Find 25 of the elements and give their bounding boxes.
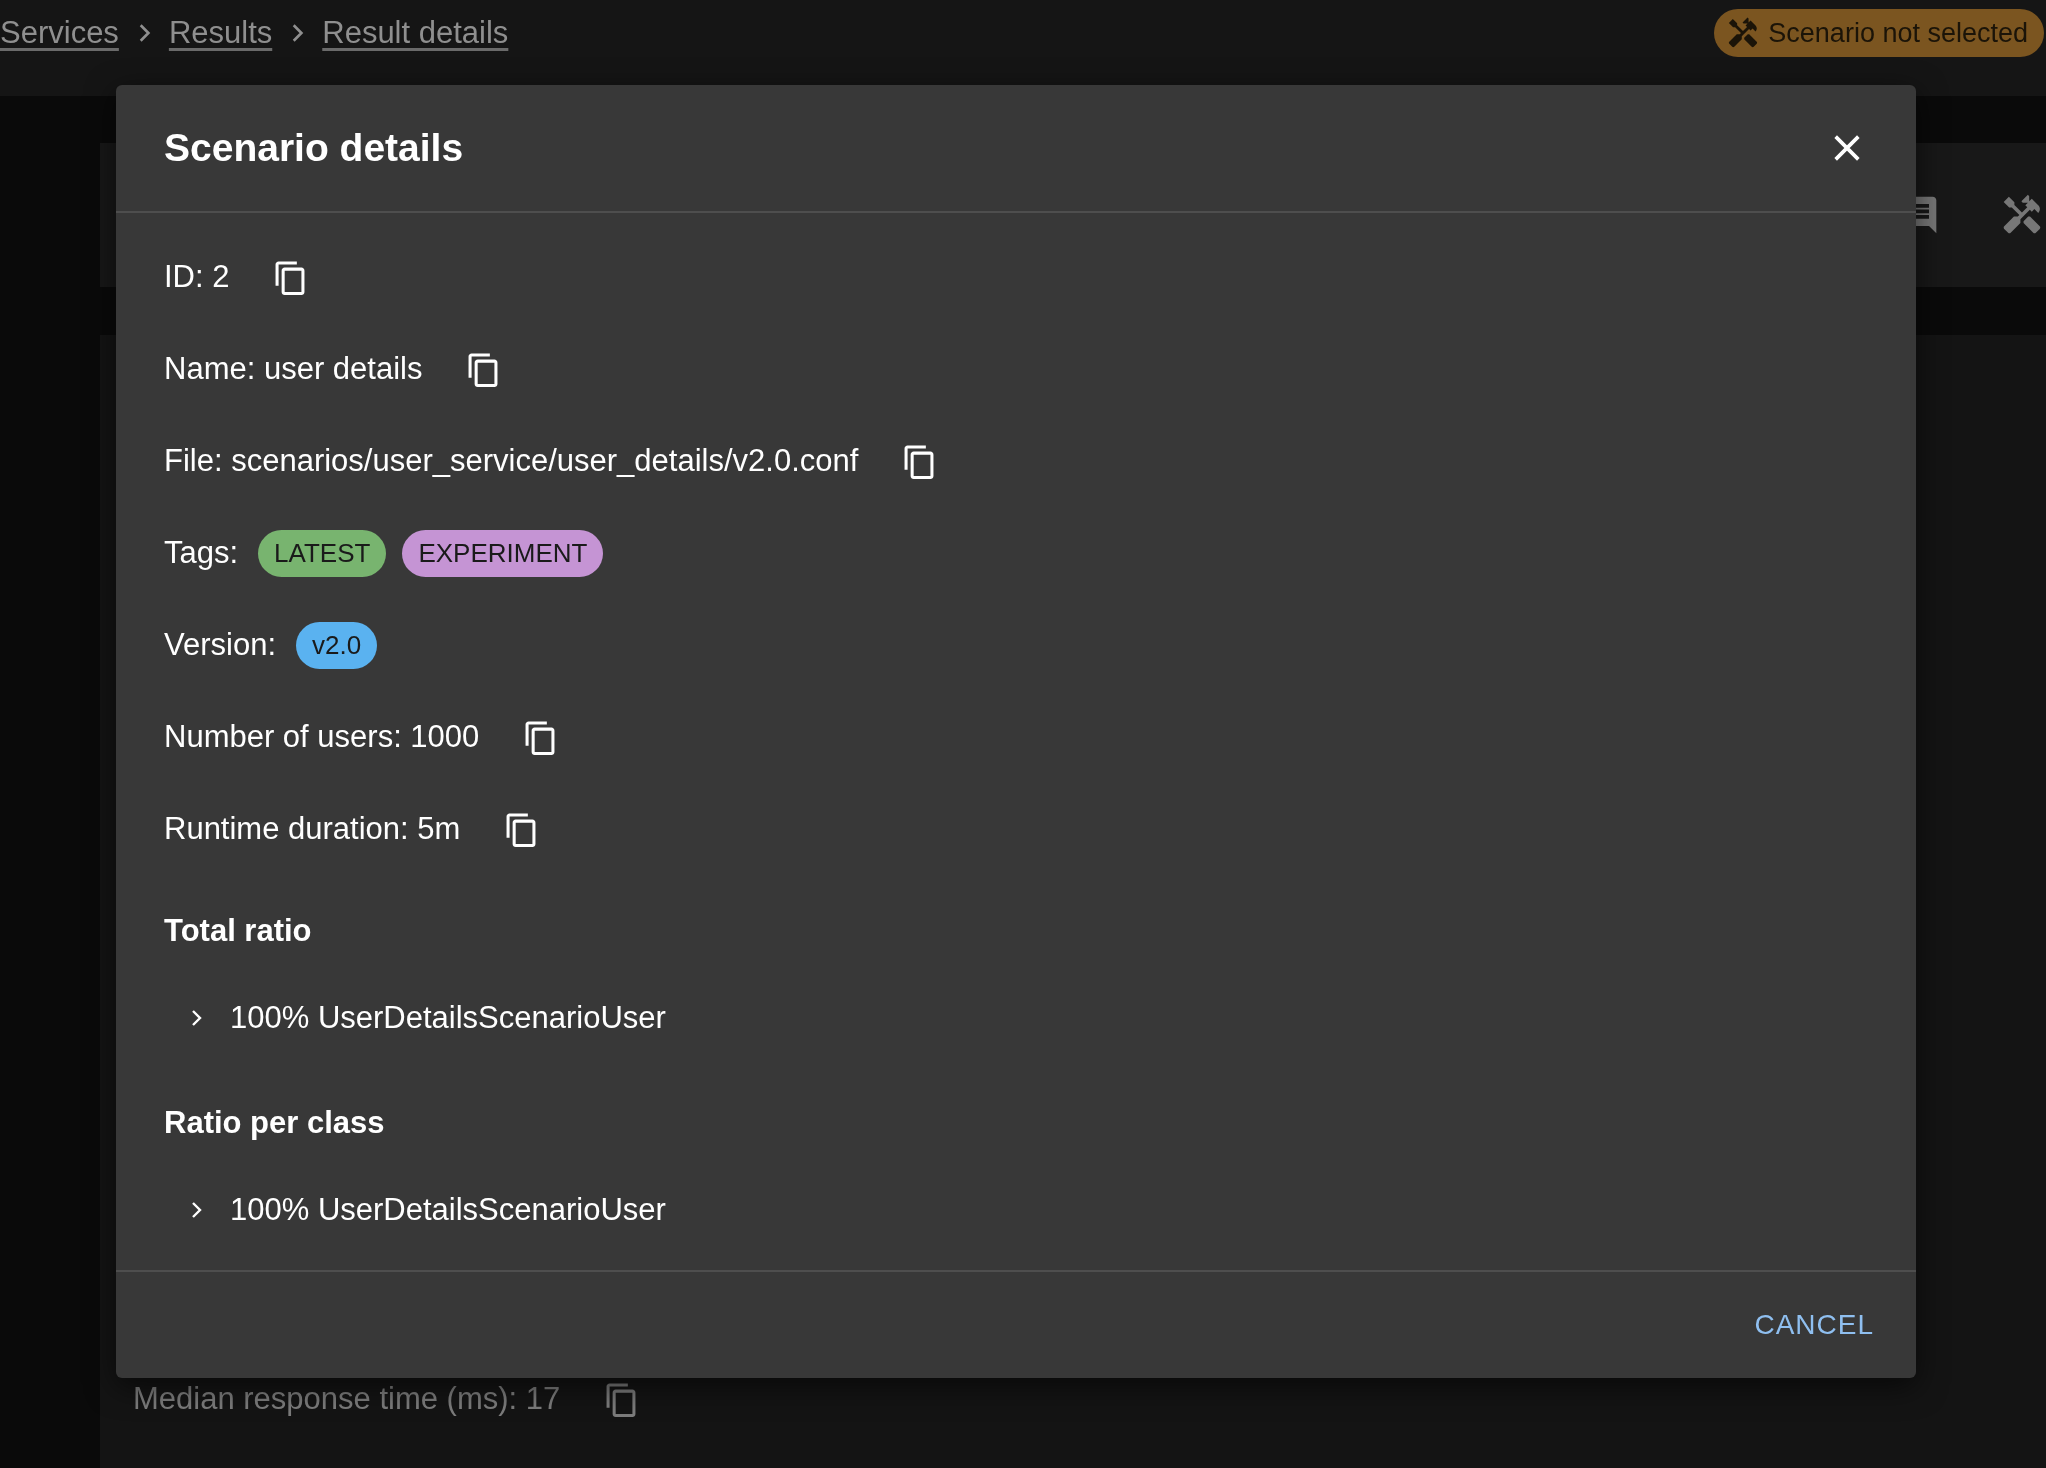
field-text: Number of users: 1000 <box>164 719 480 755</box>
tag-chip: LATEST <box>258 529 387 577</box>
field-text: ID: 2 <box>164 259 230 295</box>
copy-icon[interactable] <box>903 443 936 479</box>
copy-icon[interactable] <box>274 259 307 295</box>
cancel-button[interactable]: CANCEL <box>1744 1301 1884 1349</box>
field-text: File: scenarios/user_service/user_details/v2.0.conf <box>164 443 859 479</box>
breadcrumb-link[interactable]: Result details <box>322 15 509 51</box>
section-heading: Total ratio <box>164 912 313 950</box>
dialog-title: Scenario details <box>164 126 464 170</box>
breadcrumb-link[interactable]: Services <box>0 15 119 51</box>
field-text: Runtime duration: 5m <box>164 811 461 847</box>
tree-item[interactable]: 100% UserDetailsScenarioUser <box>230 1000 666 1036</box>
tree-item[interactable]: 100% UserDetailsScenarioUser <box>230 1192 666 1228</box>
copy-icon[interactable] <box>524 719 557 755</box>
copy-icon[interactable] <box>505 811 538 847</box>
stat-text: Median response time (ms): 17 <box>133 1381 561 1417</box>
field-label: Version: <box>164 627 276 663</box>
copy-icon[interactable] <box>467 351 500 387</box>
field-text: Name: user details <box>164 351 423 387</box>
tag-chip: EXPERIMENT <box>402 529 604 577</box>
field-label: Tags: <box>164 535 239 571</box>
section-heading: Ratio per class <box>164 1104 386 1142</box>
breadcrumb-link[interactable]: Results <box>168 15 273 51</box>
tag-chip: v2.0 <box>296 621 378 669</box>
